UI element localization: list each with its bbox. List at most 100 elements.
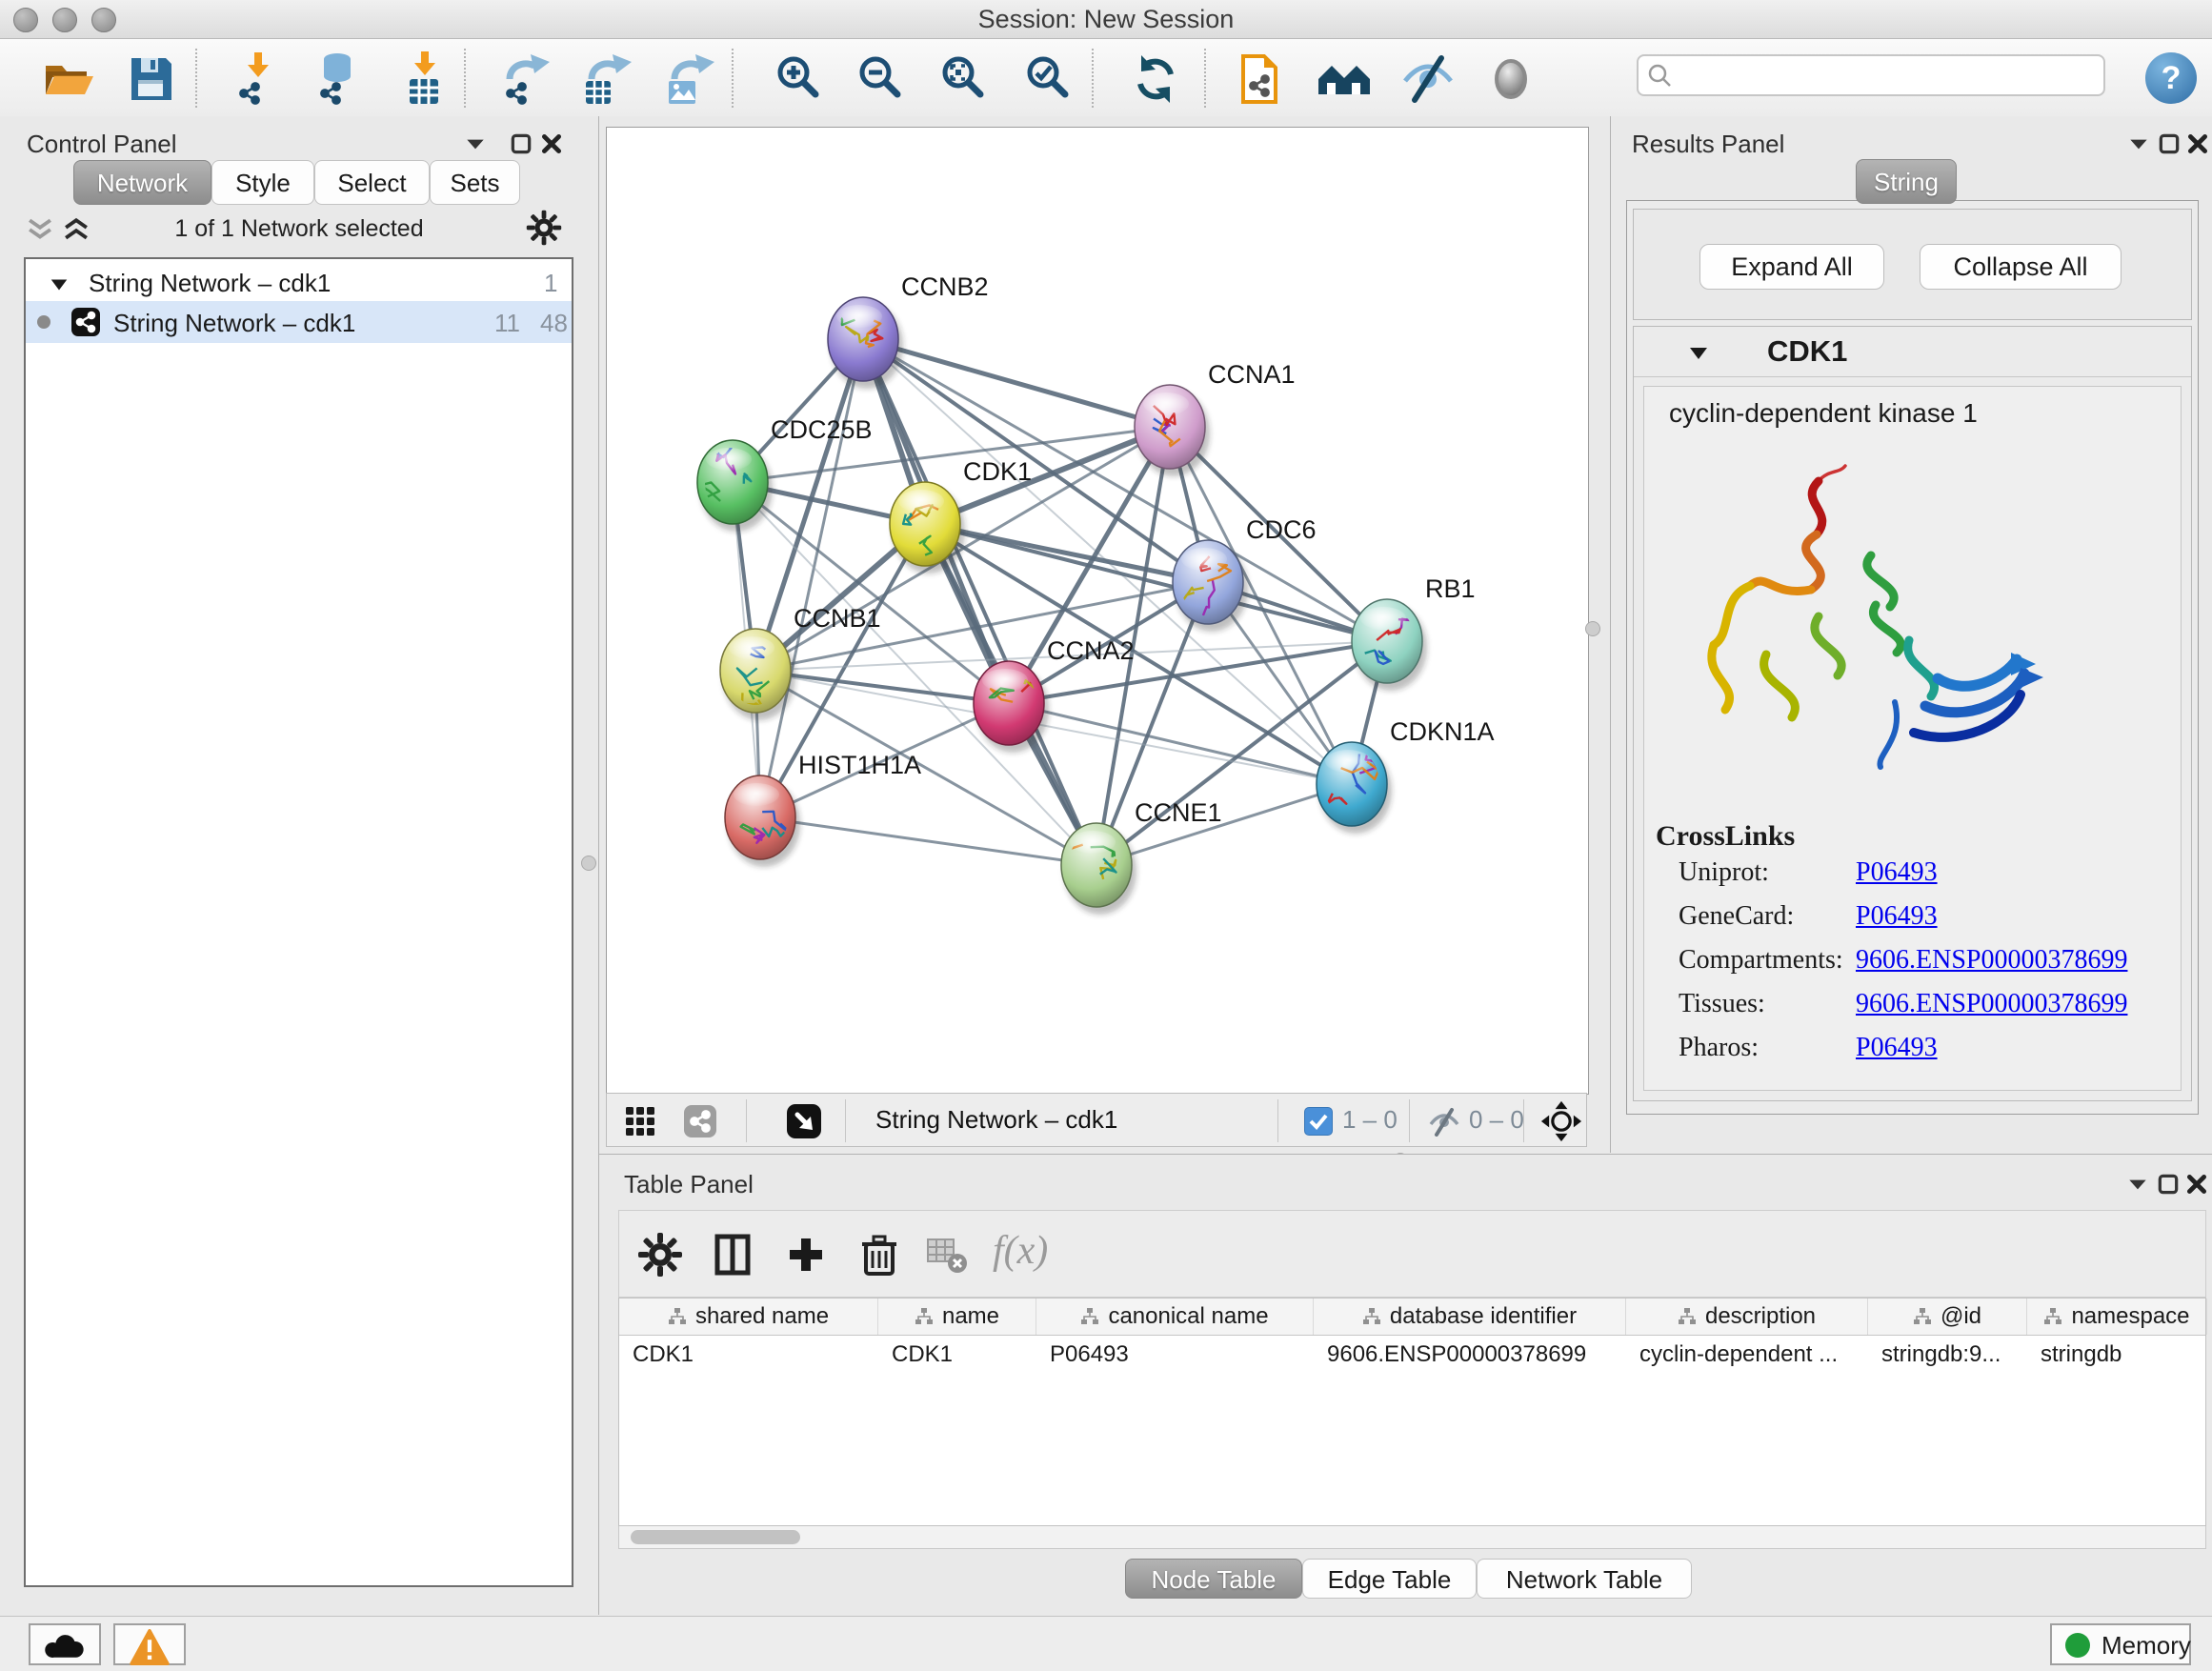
help-button[interactable]: ? <box>2145 52 2197 104</box>
export-image-icon[interactable] <box>661 50 718 108</box>
crosslink-link[interactable]: P06493 <box>1856 857 1938 888</box>
crosslink-link[interactable]: 9606.ENSP00000378699 <box>1856 989 2127 1019</box>
column-header-canonical-name[interactable]: canonical name <box>1036 1299 1314 1335</box>
panel-menu-icon[interactable] <box>2126 131 2151 156</box>
crosslink-label: Pharos: <box>1679 1033 1759 1063</box>
network-options-gear-icon[interactable] <box>526 210 562 246</box>
statusbar-separator <box>1277 1099 1278 1142</box>
section-collapse-icon[interactable] <box>1687 342 1710 365</box>
zoom-selected-icon[interactable] <box>1021 50 1078 108</box>
network-edge[interactable] <box>863 339 1170 427</box>
export-table-icon[interactable] <box>578 50 635 108</box>
show-glass-icon[interactable] <box>1482 50 1539 108</box>
apply-layout-icon[interactable] <box>1127 50 1184 108</box>
add-column-icon[interactable] <box>783 1232 829 1278</box>
tab-select[interactable]: Select <box>314 160 430 205</box>
tab-string[interactable]: String <box>1856 159 1957 204</box>
tab-node-table[interactable]: Node Table <box>1125 1559 1302 1599</box>
import-network-database-icon[interactable] <box>309 50 366 108</box>
zoom-in-icon[interactable] <box>772 50 829 108</box>
gene-section-header[interactable]: CDK1 <box>1634 327 2191 377</box>
right-splitter-handle[interactable] <box>1585 621 1600 636</box>
import-network-icon[interactable] <box>230 50 287 108</box>
crosslinks-title: CrossLinks <box>1656 820 1795 853</box>
crosslink-link[interactable]: 9606.ENSP00000378699 <box>1856 945 2127 976</box>
panel-menu-icon[interactable] <box>2125 1172 2150 1197</box>
tab-sets[interactable]: Sets <box>430 160 520 205</box>
import-table-icon[interactable] <box>396 50 453 108</box>
hidden-elements-icon[interactable] <box>1428 1106 1460 1138</box>
toolbar-search-input[interactable] <box>1637 54 2105 96</box>
crosslink-link[interactable]: P06493 <box>1856 1033 1938 1063</box>
node-label: RB1 <box>1425 574 1476 603</box>
memory-button[interactable]: Memory <box>2050 1623 2191 1665</box>
table-row[interactable]: CDK1CDK1P064939606.ENSP00000378699cyclin… <box>619 1336 2205 1372</box>
left-splitter-handle[interactable] <box>581 856 596 871</box>
selected-checkbox[interactable] <box>1304 1107 1333 1136</box>
table-settings-gear-icon[interactable] <box>637 1232 683 1278</box>
panel-float-icon[interactable] <box>2157 131 2182 156</box>
save-session-icon[interactable] <box>122 50 179 108</box>
tab-network-table[interactable]: Network Table <box>1477 1559 1692 1599</box>
network-node-CDKN1A[interactable] <box>1317 742 1392 834</box>
column-header-database-identifier[interactable]: database identifier <box>1314 1299 1626 1335</box>
network-row-selected[interactable]: String Network – cdk1 11 48 <box>26 301 572 343</box>
grid-view-icon[interactable] <box>624 1105 656 1137</box>
crosslink-row: Tissues:9606.ENSP00000378699 <box>1644 989 2181 1031</box>
network-node-CCNB2[interactable] <box>823 297 903 389</box>
tab-network[interactable]: Network <box>73 160 211 205</box>
column-header-label: database identifier <box>1390 1303 1577 1330</box>
column-header-shared-name[interactable]: shared name <box>619 1299 878 1335</box>
panel-close-icon[interactable] <box>539 131 564 156</box>
collapse-all-button[interactable]: Collapse All <box>1920 244 2122 290</box>
network-edge[interactable] <box>863 339 1096 865</box>
table-panel: Table Panel f(x) shared namenamecanonica… <box>599 1154 2212 1616</box>
show-columns-icon[interactable] <box>710 1232 755 1278</box>
panel-menu-icon[interactable] <box>463 131 488 156</box>
network-node-CDC25B[interactable] <box>697 440 773 532</box>
network-edge[interactable] <box>760 339 863 817</box>
network-overview-icon[interactable] <box>683 1104 717 1138</box>
tab-edge-table[interactable]: Edge Table <box>1302 1559 1477 1599</box>
tab-style[interactable]: Style <box>211 160 314 205</box>
memory-label: Memory <box>2101 1631 2191 1661</box>
string-document-icon[interactable] <box>1232 50 1289 108</box>
cloud-status-button[interactable] <box>29 1623 101 1665</box>
network-node-CDK1[interactable] <box>890 482 965 574</box>
expand-all-button[interactable]: Expand All <box>1699 244 1884 290</box>
network-node-RB1[interactable] <box>1352 599 1427 691</box>
network-canvas[interactable]: CCNB2CCNA1CDC25BCDK1CDC6RB1CCNB1CCNA2CDK… <box>606 127 1589 1095</box>
panel-float-icon[interactable] <box>2156 1172 2181 1197</box>
export-network-icon[interactable] <box>496 50 553 108</box>
network-node-CCNE1[interactable] <box>1052 823 1136 915</box>
crosslink-link[interactable]: P06493 <box>1856 901 1938 932</box>
network-edge[interactable] <box>1009 703 1352 784</box>
warnings-button[interactable] <box>113 1623 186 1665</box>
column-header--id[interactable]: @id <box>1868 1299 2027 1335</box>
scrollbar-thumb[interactable] <box>631 1530 800 1544</box>
toolbar-separator <box>195 49 197 108</box>
panel-close-icon[interactable] <box>2185 131 2210 156</box>
zoom-fit-icon[interactable] <box>936 50 994 108</box>
network-collection-row[interactable]: String Network – cdk1 1 <box>26 265 572 301</box>
column-header-description[interactable]: description <box>1626 1299 1868 1335</box>
zoom-out-icon[interactable] <box>854 50 911 108</box>
network-node-CCNA2[interactable] <box>974 661 1049 753</box>
network-collection-label: String Network – cdk1 <box>89 269 331 298</box>
network-node-HIST1H1A[interactable] <box>725 775 800 867</box>
statusbar-separator <box>1409 1099 1410 1142</box>
statusbar-separator <box>845 1099 846 1142</box>
open-session-icon[interactable] <box>40 50 97 108</box>
column-header-name[interactable]: name <box>878 1299 1036 1335</box>
column-header-namespace[interactable]: namespace <box>2027 1299 2207 1335</box>
hide-glass-icon[interactable] <box>1399 50 1457 108</box>
network-node-CCNA1[interactable] <box>1135 385 1210 476</box>
panel-close-icon[interactable] <box>2184 1172 2209 1197</box>
network-edge[interactable] <box>760 817 1096 865</box>
delete-column-icon[interactable] <box>856 1232 902 1278</box>
string-home-icon[interactable] <box>1317 50 1374 108</box>
panel-float-icon[interactable] <box>509 131 533 156</box>
tree-expand-icon[interactable] <box>49 272 70 293</box>
detach-view-icon[interactable] <box>786 1103 822 1139</box>
birdseye-view-icon[interactable] <box>1540 1100 1582 1142</box>
